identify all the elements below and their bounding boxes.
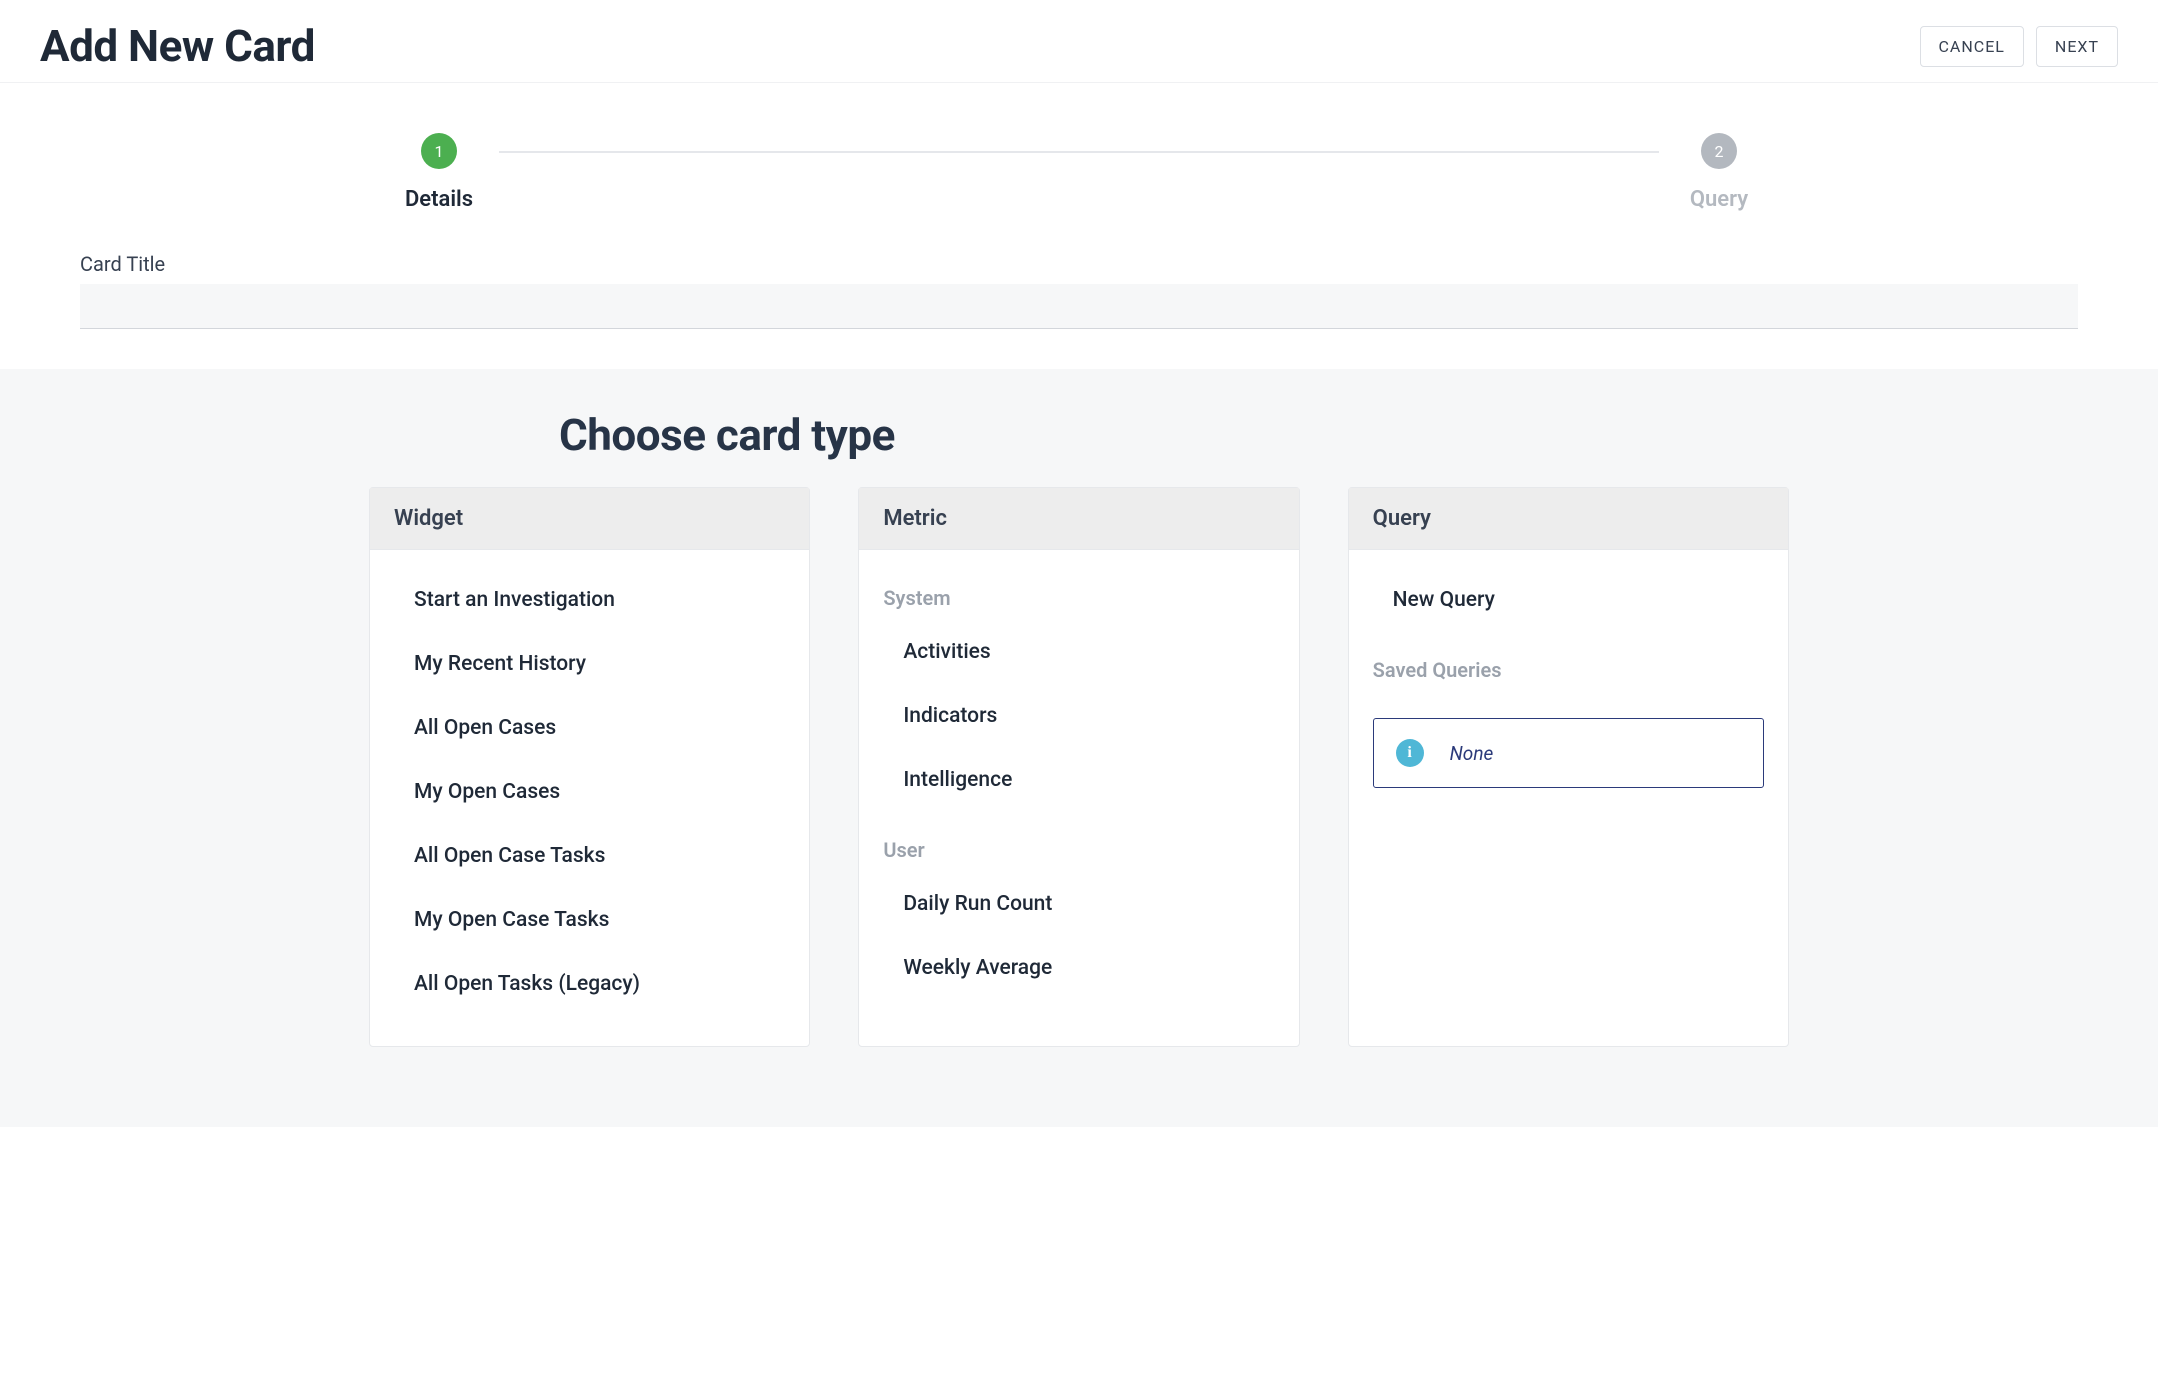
step-query[interactable]: 2 Query [1659,133,1779,212]
query-saved-label: Saved Queries [1373,632,1764,692]
choose-card-type-section: Choose card type Widget Start an Investi… [0,369,2158,1127]
step-2-label: Query [1690,187,1748,212]
card-type-columns: Widget Start an Investigation My Recent … [369,487,1789,1047]
card-title-input[interactable] [80,284,2078,329]
metric-card-header: Metric [859,488,1298,550]
query-option-new-query[interactable]: New Query [1373,560,1764,632]
metric-card: Metric System Activities Indicators Inte… [858,487,1299,1047]
next-button[interactable]: NEXT [2036,26,2118,67]
card-title-label: Card Title [80,252,2078,276]
widget-option-all-open-cases[interactable]: All Open Cases [394,696,785,760]
widget-option-recent-history[interactable]: My Recent History [394,632,785,696]
widget-option-start-investigation[interactable]: Start an Investigation [394,560,785,632]
info-icon: i [1396,739,1424,767]
card-title-field: Card Title [0,242,2158,369]
query-card-header: Query [1349,488,1788,550]
metric-option-intelligence[interactable]: Intelligence [883,748,1274,812]
step-1-circle: 1 [421,133,457,169]
saved-queries-none-box: i None [1373,718,1764,788]
step-2-circle: 2 [1701,133,1737,169]
widget-option-my-open-case-tasks[interactable]: My Open Case Tasks [394,888,785,952]
widget-option-all-open-case-tasks[interactable]: All Open Case Tasks [394,824,785,888]
choose-card-type-heading: Choose card type [369,409,1789,461]
metric-option-weekly-average[interactable]: Weekly Average [883,936,1274,1000]
cancel-button[interactable]: CANCEL [1920,26,2024,67]
metric-option-activities[interactable]: Activities [883,620,1274,684]
metric-system-label: System [883,560,1274,620]
widget-option-all-open-tasks-legacy[interactable]: All Open Tasks (Legacy) [394,952,785,1016]
metric-option-indicators[interactable]: Indicators [883,684,1274,748]
action-buttons: CANCEL NEXT [1920,26,2118,67]
page-title: Add New Card [40,20,315,72]
saved-queries-none-text: None [1450,742,1494,765]
widget-card: Widget Start an Investigation My Recent … [369,487,810,1047]
step-connector [499,151,1659,153]
step-details[interactable]: 1 Details [379,133,499,212]
widget-option-my-open-cases[interactable]: My Open Cases [394,760,785,824]
step-1-label: Details [405,187,473,212]
widget-card-header: Widget [370,488,809,550]
query-card: Query New Query Saved Queries i None [1348,487,1789,1047]
metric-user-label: User [883,812,1274,872]
stepper: 1 Details 2 Query [0,83,2158,242]
metric-option-daily-run-count[interactable]: Daily Run Count [883,872,1274,936]
top-bar: Add New Card CANCEL NEXT [0,0,2158,83]
